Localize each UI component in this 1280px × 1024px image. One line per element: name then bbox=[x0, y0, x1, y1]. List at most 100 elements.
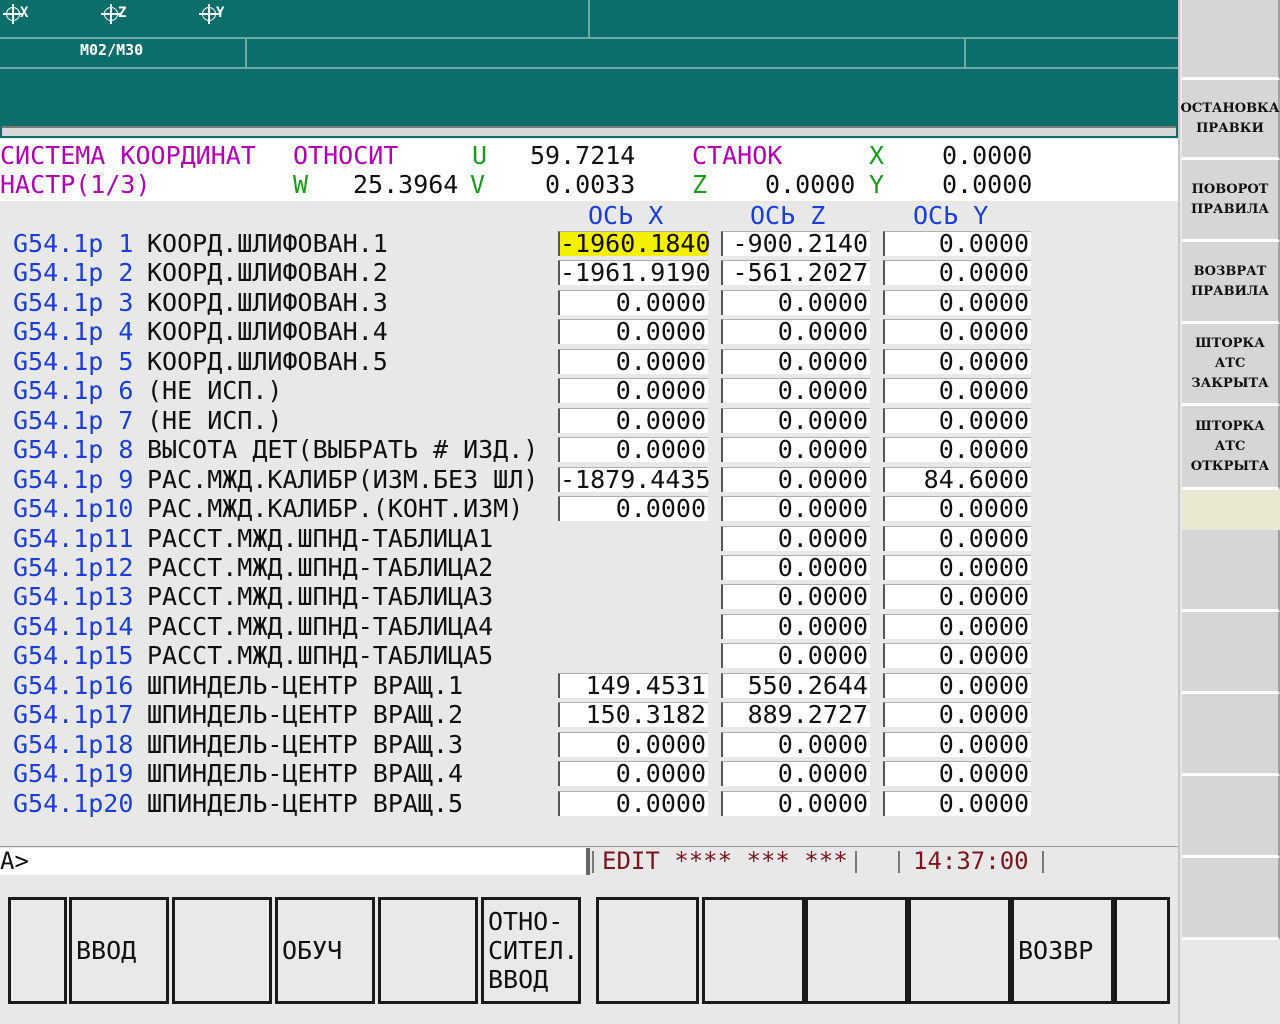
offset-value-z[interactable]: 0.0000 bbox=[721, 437, 870, 463]
crosshair-icon bbox=[101, 4, 121, 24]
offset-value-x[interactable]: 0.0000 bbox=[558, 496, 708, 522]
offset-value-y[interactable]: 0.0000 bbox=[883, 761, 1031, 787]
offset-id: G54.1p14 bbox=[13, 611, 134, 641]
command-input[interactable]: A> bbox=[0, 848, 590, 875]
softkey-3[interactable] bbox=[172, 897, 272, 1004]
offset-value-z[interactable]: 0.0000 bbox=[721, 554, 870, 580]
axis-y-label: Y bbox=[199, 4, 224, 24]
offset-value-y[interactable]: 0.0000 bbox=[883, 731, 1031, 757]
offset-name: КООРД.ШЛИФОВАН.4 bbox=[147, 317, 388, 347]
offset-name: КООРД.ШЛИФОВАН.3 bbox=[147, 287, 388, 317]
side-button-10[interactable] bbox=[1182, 776, 1280, 858]
offset-value-y[interactable]: 0.0000 bbox=[883, 672, 1031, 698]
offset-id: G54.1p13 bbox=[13, 582, 134, 612]
offset-value-x[interactable]: 149.4531 bbox=[558, 672, 708, 698]
rotate-dresser-button[interactable]: ПОВОРОТ ПРАВИЛА bbox=[1182, 160, 1280, 242]
offset-value-x[interactable]: -1960.1840 bbox=[558, 231, 711, 256]
offset-value-z[interactable]: 0.0000 bbox=[721, 496, 870, 522]
atc-shutter-closed-button[interactable]: ШТОРКА АТС ЗАКРЫТА bbox=[1182, 324, 1280, 406]
offset-value-x[interactable]: 0.0000 bbox=[558, 348, 708, 374]
softkey-return[interactable]: ВОЗВР bbox=[1011, 897, 1114, 1004]
offset-value-z[interactable]: 550.2644 bbox=[721, 672, 870, 698]
offset-value-x[interactable]: 0.0000 bbox=[558, 790, 708, 816]
softkey-9[interactable] bbox=[805, 897, 908, 1004]
offset-value-y[interactable]: 0.0000 bbox=[883, 525, 1031, 551]
softkey-10[interactable] bbox=[908, 897, 1011, 1004]
column-header-z: ОСЬ Z bbox=[750, 201, 826, 230]
side-button-9[interactable] bbox=[1182, 694, 1280, 776]
offset-value-z[interactable]: 0.0000 bbox=[721, 731, 870, 757]
offset-value-z[interactable]: 0.0000 bbox=[721, 584, 870, 610]
offset-value-z[interactable]: 0.0000 bbox=[721, 466, 870, 492]
offset-value-z[interactable]: -900.2140 bbox=[721, 231, 870, 256]
offset-id: G54.1p12 bbox=[13, 552, 134, 582]
offset-value-z[interactable]: -561.2027 bbox=[721, 260, 870, 286]
offset-value-y[interactable]: 0.0000 bbox=[883, 231, 1031, 256]
clock: 14:37:00 bbox=[913, 847, 1029, 875]
offset-value-x[interactable]: -1879.4435 bbox=[558, 466, 711, 492]
offset-value-z[interactable]: 0.0000 bbox=[721, 613, 870, 639]
offset-value-y[interactable]: 0.0000 bbox=[883, 554, 1031, 580]
offset-value-z[interactable]: 0.0000 bbox=[721, 348, 870, 374]
offset-value-y[interactable]: 0.0000 bbox=[883, 319, 1031, 345]
offset-value-z[interactable]: 0.0000 bbox=[721, 790, 870, 816]
mode-indicator: EDIT **** *** *** bbox=[602, 847, 848, 875]
offset-value-z[interactable]: 0.0000 bbox=[721, 525, 870, 551]
offset-value-y[interactable]: 0.0000 bbox=[883, 613, 1031, 639]
offset-name: ШПИНДЕЛЬ-ЦЕНТР ВРАЩ.2 bbox=[147, 700, 464, 730]
offset-name: ШПИНДЕЛЬ-ЦЕНТР ВРАЩ.5 bbox=[147, 788, 464, 818]
offset-value-y[interactable]: 0.0000 bbox=[883, 790, 1031, 816]
offset-value-y[interactable]: 0.0000 bbox=[883, 348, 1031, 374]
offset-value-x[interactable]: 0.0000 bbox=[558, 378, 708, 404]
offset-value-x[interactable]: 0.0000 bbox=[558, 407, 708, 433]
offset-value-z[interactable]: 0.0000 bbox=[721, 643, 870, 669]
table-row: G54.1p 5 КООРД.ШЛИФОВАН.5 0.0000 0.0000 0.00… bbox=[0, 347, 1178, 376]
offset-value-x[interactable]: -1961.9190 bbox=[558, 260, 711, 286]
offset-value-x[interactable]: 150.3182 bbox=[558, 702, 708, 728]
offset-value-z[interactable]: 0.0000 bbox=[721, 378, 870, 404]
softkey-1[interactable] bbox=[8, 897, 67, 1004]
softkey-5[interactable] bbox=[378, 897, 478, 1004]
offset-value-y[interactable]: 0.0000 bbox=[883, 260, 1031, 286]
side-button-7[interactable] bbox=[1182, 530, 1280, 612]
offset-id: G54.1p19 bbox=[13, 759, 134, 789]
table-row: G54.1p 4 КООРД.ШЛИФОВАН.4 0.0000 0.0000 0.00… bbox=[0, 317, 1178, 346]
offset-id: G54.1p17 bbox=[13, 700, 134, 730]
return-dresser-button[interactable]: ВОЗВРАТ ПРАВИЛА bbox=[1182, 242, 1280, 324]
offset-value-x[interactable]: 0.0000 bbox=[558, 761, 708, 787]
offset-value-x[interactable]: 0.0000 bbox=[558, 731, 708, 757]
softkey-next[interactable] bbox=[1114, 897, 1170, 1004]
offset-value-x[interactable]: 0.0000 bbox=[558, 289, 708, 315]
side-button-8[interactable] bbox=[1182, 612, 1280, 694]
offset-name: ШПИНДЕЛЬ-ЦЕНТР ВРАЩ.3 bbox=[147, 729, 464, 759]
offset-value-x[interactable]: 0.0000 bbox=[558, 319, 708, 345]
offset-value-z[interactable]: 0.0000 bbox=[721, 319, 870, 345]
stop-dressing-button[interactable]: ОСТАНОВКА ПРАВКИ bbox=[1181, 80, 1280, 160]
side-button-11[interactable] bbox=[1182, 858, 1280, 940]
offset-value-z[interactable]: 889.2727 bbox=[721, 702, 870, 728]
offset-value-y[interactable]: 0.0000 bbox=[883, 496, 1031, 522]
side-button-1[interactable] bbox=[1182, 0, 1280, 80]
offset-value-y[interactable]: 0.0000 bbox=[883, 584, 1031, 610]
softkey-teach[interactable]: ОБУЧ bbox=[275, 897, 375, 1004]
offset-value-z[interactable]: 0.0000 bbox=[721, 407, 870, 433]
offset-value-y[interactable]: 84.6000 bbox=[883, 466, 1031, 492]
offset-value-z[interactable]: 0.0000 bbox=[721, 289, 870, 315]
atc-shutter-open-button[interactable]: ШТОРКА АТС ОТКРЫТА bbox=[1182, 406, 1280, 490]
offset-value-y[interactable]: 0.0000 bbox=[883, 378, 1031, 404]
offset-value-x[interactable]: 0.0000 bbox=[558, 437, 708, 463]
softkey-input[interactable]: ВВОД bbox=[69, 897, 169, 1004]
offset-value-z[interactable]: 0.0000 bbox=[721, 761, 870, 787]
softkey-7[interactable] bbox=[596, 897, 699, 1004]
offset-value-y[interactable]: 0.0000 bbox=[883, 702, 1031, 728]
offset-value-y[interactable]: 0.0000 bbox=[883, 643, 1031, 669]
softkey-relative-input[interactable]: ОТНО- СИТЕЛ. ВВОД bbox=[481, 897, 581, 1004]
offset-value-y[interactable]: 0.0000 bbox=[883, 289, 1031, 315]
axis-x-label: X bbox=[3, 4, 28, 24]
offset-value-y[interactable]: 0.0000 bbox=[883, 407, 1031, 433]
softkey-8[interactable] bbox=[702, 897, 805, 1004]
table-row: G54.1p 2 КООРД.ШЛИФОВАН.2 -1961.9190 -561.2… bbox=[0, 258, 1178, 287]
offset-value-y[interactable]: 0.0000 bbox=[883, 437, 1031, 463]
page-indicator: НАСТР(1/3) bbox=[0, 170, 151, 199]
offset-name: ШПИНДЕЛЬ-ЦЕНТР ВРАЩ.4 bbox=[147, 759, 464, 789]
